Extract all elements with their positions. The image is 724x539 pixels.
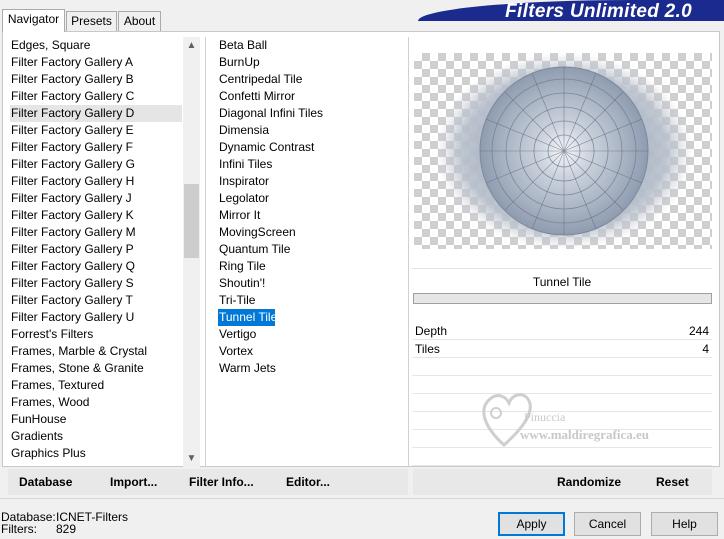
- category-item[interactable]: Filter Factory Gallery E: [10, 122, 182, 139]
- scroll-up-icon[interactable]: ▲: [183, 37, 200, 54]
- filters-count: 829: [56, 522, 77, 536]
- watermark: Pinuccia www.maldiregrafica.eu: [476, 387, 686, 453]
- category-item[interactable]: Filter Factory Gallery P: [10, 241, 182, 258]
- filter-item[interactable]: Centripedal Tile: [218, 71, 398, 88]
- filter-item[interactable]: Tunnel Tile: [218, 309, 277, 326]
- filter-item[interactable]: Legolator: [218, 190, 398, 207]
- filter-title: Tunnel Tile: [412, 268, 712, 294]
- category-scrollbar[interactable]: ▲ ▼: [183, 37, 200, 467]
- filters-label: Filters:: [1, 522, 37, 536]
- right-toolbar: Randomize Reset: [413, 469, 712, 495]
- category-list[interactable]: Edges, Square Filter Factory Gallery A Fil…: [10, 37, 182, 463]
- filter-item[interactable]: Mirror It: [218, 207, 398, 224]
- category-item[interactable]: Filter Factory Gallery Q: [10, 258, 182, 275]
- category-item[interactable]: Filter Factory Gallery U: [10, 309, 182, 326]
- param-value: 244: [688, 324, 709, 338]
- filter-item[interactable]: Dimensia: [218, 122, 398, 139]
- footer-separator: [0, 498, 724, 499]
- watermark-logo-icon: Pinuccia www.maldiregrafica.eu: [482, 393, 649, 448]
- scroll-down-icon[interactable]: ▼: [183, 450, 200, 467]
- filter-item[interactable]: Dynamic Contrast: [218, 139, 398, 156]
- param-label: Tiles: [415, 342, 440, 356]
- category-item[interactable]: FunHouse: [10, 411, 182, 428]
- param-tiles[interactable]: Tiles 4: [412, 340, 712, 358]
- import-button[interactable]: Import...: [110, 469, 157, 495]
- category-item[interactable]: Graphics Plus: [10, 445, 182, 462]
- filter-list[interactable]: Beta Ball BurnUp Centripedal Tile Confetti …: [218, 37, 398, 397]
- database-button[interactable]: Database: [19, 469, 72, 495]
- category-item[interactable]: Frames, Wood: [10, 394, 182, 411]
- category-item[interactable]: Forrest's Filters: [10, 326, 182, 343]
- category-item[interactable]: Gradients: [10, 428, 182, 445]
- filter-item[interactable]: Beta Ball: [218, 37, 398, 54]
- apply-button[interactable]: Apply: [498, 512, 565, 536]
- cancel-button[interactable]: Cancel: [574, 512, 641, 536]
- filter-item[interactable]: Vortex: [218, 343, 398, 360]
- category-item[interactable]: Greg's Factory Output Vol. II: [10, 462, 182, 463]
- category-item[interactable]: Filter Factory Gallery F: [10, 139, 182, 156]
- filter-item[interactable]: BurnUp: [218, 54, 398, 71]
- list-divider: [205, 37, 206, 467]
- param-value: 4: [702, 342, 709, 356]
- category-item[interactable]: Filter Factory Gallery A: [10, 54, 182, 71]
- footer-info: Database:ICNET-Filters Filters: 829: [1, 511, 128, 535]
- filter-item[interactable]: Shoutin'!: [218, 275, 398, 292]
- editor-button[interactable]: Editor...: [286, 469, 330, 495]
- category-item[interactable]: Filter Factory Gallery B: [10, 71, 182, 88]
- banner-title: Filters Unlimited 2.0: [505, 1, 692, 22]
- param-depth[interactable]: Depth 244: [412, 322, 712, 340]
- filter-item[interactable]: Inspirator: [218, 173, 398, 190]
- scroll-thumb[interactable]: [184, 184, 199, 258]
- category-item[interactable]: Frames, Marble & Crystal: [10, 343, 182, 360]
- filter-item[interactable]: Diagonal Infini Tiles: [218, 105, 398, 122]
- filter-item[interactable]: Warm Jets: [218, 360, 398, 377]
- filter-item[interactable]: Confetti Mirror: [218, 88, 398, 105]
- filter-item[interactable]: Ring Tile: [218, 258, 398, 275]
- watermark-line1: Pinuccia: [524, 410, 566, 424]
- filter-item[interactable]: Vertigo: [218, 326, 398, 343]
- filter-item[interactable]: Quantum Tile: [218, 241, 398, 258]
- param-label: Depth: [415, 324, 448, 338]
- category-item[interactable]: Filter Factory Gallery S: [10, 275, 182, 292]
- filter-item[interactable]: Infini Tiles: [218, 156, 398, 173]
- title-banner: Filters Unlimited 2.0: [418, 0, 724, 22]
- preview-image: [414, 53, 712, 249]
- param-empty-row: [412, 358, 712, 376]
- category-item[interactable]: Filter Factory Gallery H: [10, 173, 182, 190]
- randomize-button[interactable]: Randomize: [557, 469, 621, 495]
- filter-item[interactable]: MovingScreen: [218, 224, 398, 241]
- category-item[interactable]: Filter Factory Gallery J: [10, 190, 182, 207]
- tunnel-preview-graphic: [436, 53, 692, 249]
- category-item[interactable]: Frames, Textured: [10, 377, 182, 394]
- filter-info-button[interactable]: Filter Info...: [189, 469, 254, 495]
- progress-bar: [413, 293, 712, 304]
- category-item[interactable]: Filter Factory Gallery C: [10, 88, 182, 105]
- help-button[interactable]: Help: [651, 512, 718, 536]
- filter-item[interactable]: Tri-Tile: [218, 292, 398, 309]
- watermark-line2: www.maldiregrafica.eu: [520, 427, 649, 442]
- category-item[interactable]: Filter Factory Gallery D: [10, 105, 182, 122]
- category-item[interactable]: Filter Factory Gallery K: [10, 207, 182, 224]
- tab-navigator[interactable]: Navigator: [2, 9, 65, 32]
- category-item[interactable]: Filter Factory Gallery M: [10, 224, 182, 241]
- category-item[interactable]: Frames, Stone & Granite: [10, 360, 182, 377]
- category-item[interactable]: Filter Factory Gallery T: [10, 292, 182, 309]
- preview-divider: [408, 37, 409, 467]
- tab-about[interactable]: About: [118, 11, 161, 31]
- reset-button[interactable]: Reset: [656, 469, 689, 495]
- category-item[interactable]: Filter Factory Gallery G: [10, 156, 182, 173]
- left-toolbar: Database Import... Filter Info... Editor…: [8, 469, 408, 495]
- tab-presets[interactable]: Presets: [66, 11, 117, 31]
- category-item[interactable]: Edges, Square: [10, 37, 182, 54]
- tab-bar: Navigator Presets About: [2, 9, 164, 32]
